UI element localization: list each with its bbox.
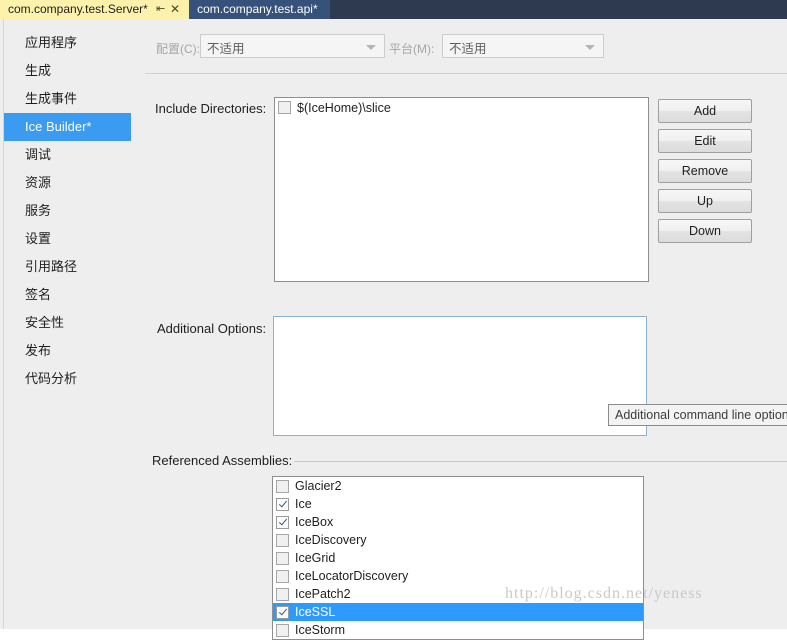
list-item-label: $(IceHome)\slice (297, 100, 391, 115)
sidebar-item-debug[interactable]: 调试 (4, 141, 131, 169)
list-item[interactable]: IceStorm (273, 621, 643, 639)
list-item-label: IceLocatorDiscovery (295, 569, 409, 583)
sidebar-item-security[interactable]: 安全性 (4, 309, 131, 337)
sidebar-item-signing[interactable]: 签名 (4, 281, 131, 309)
list-item[interactable]: Glacier2 (273, 477, 643, 495)
close-icon[interactable]: ✕ (170, 0, 180, 19)
list-item-label: IceDiscovery (295, 533, 367, 547)
sidebar-item-application[interactable]: 应用程序 (4, 29, 131, 57)
ice-builder-page: 配置(C): 不适用 平台(M): 不适用 Include Directorie… (131, 19, 787, 640)
sidebar-item-label: 服务 (25, 203, 52, 218)
configuration-label: 配置(C): (156, 42, 200, 56)
list-item-label: Ice (295, 497, 312, 511)
list-item-label: IceGrid (295, 551, 336, 565)
sidebar-item-publish[interactable]: 发布 (4, 337, 131, 365)
sidebar-item-label: 引用路径 (25, 259, 78, 274)
chevron-down-icon (366, 45, 376, 50)
configuration-dropdown[interactable]: 不适用 (200, 34, 385, 58)
pin-icon[interactable]: ⇥ (156, 0, 165, 19)
sidebar-item-label: 安全性 (25, 315, 65, 330)
sidebar-item-label: 发布 (25, 343, 52, 358)
sidebar-item-label: 生成 (25, 63, 52, 78)
additional-options-tooltip: Additional command line options (608, 404, 787, 426)
configuration-value: 不适用 (207, 42, 245, 56)
referenced-assemblies-list[interactable]: Glacier2 Ice IceBox IceDiscovery IceGrid… (272, 476, 644, 640)
include-directories-buttons: Add Edit Remove Up Down (658, 99, 754, 249)
include-directories-label: Include Directories: (155, 101, 267, 116)
additional-options-input[interactable] (273, 316, 647, 436)
checkbox-icon[interactable] (278, 101, 291, 114)
sidebar-item-label: 调试 (25, 147, 52, 162)
sidebar-item-label: 代码分析 (25, 371, 78, 386)
list-item-label: IceBox (295, 515, 334, 529)
chevron-down-icon (585, 45, 595, 50)
checkbox-icon[interactable] (276, 569, 289, 583)
list-item[interactable]: $(IceHome)\slice (275, 98, 648, 117)
list-item[interactable]: IceBox (273, 513, 643, 531)
referenced-assemblies-label: Referenced Assemblies: (152, 453, 295, 468)
sidebar-item-build[interactable]: 生成 (4, 57, 131, 85)
sidebar-item-code-analysis[interactable]: 代码分析 (4, 365, 131, 393)
list-item-label: IceStorm (295, 623, 346, 637)
sidebar-item-reference-paths[interactable]: 引用路径 (4, 253, 131, 281)
sidebar-item-resources[interactable]: 资源 (4, 169, 131, 197)
property-pages-frame: 应用程序 生成 生成事件 Ice Builder* 调试 资源 服务 设置 引用… (0, 19, 787, 640)
checkbox-icon[interactable] (276, 533, 289, 547)
list-item[interactable]: IcePatch2 (273, 585, 643, 603)
down-button[interactable]: Down (658, 219, 752, 243)
list-item-label: Glacier2 (295, 479, 342, 493)
list-item-label: IcePatch2 (295, 587, 351, 601)
tab-com-company-test-api[interactable]: com.company.test.api* (189, 0, 330, 19)
additional-options-label: Additional Options: (157, 321, 267, 336)
checkbox-icon[interactable] (276, 605, 289, 619)
tab-strip-empty-area (330, 0, 787, 19)
list-item[interactable]: IceDiscovery (273, 531, 643, 549)
checkbox-icon[interactable] (276, 623, 289, 637)
checkbox-icon[interactable] (276, 497, 289, 511)
up-button[interactable]: Up (658, 189, 752, 213)
sidebar-item-label: 设置 (25, 231, 52, 246)
list-item-label: IceSSL (295, 605, 336, 619)
include-directories-list[interactable]: $(IceHome)\slice (274, 97, 649, 282)
add-button[interactable]: Add (658, 99, 752, 123)
sidebar-item-label: 应用程序 (25, 35, 78, 50)
sidebar-item-settings[interactable]: 设置 (4, 225, 131, 253)
checkbox-icon[interactable] (276, 587, 289, 601)
sidebar-item-ice-builder[interactable]: Ice Builder* (4, 113, 141, 141)
list-item[interactable]: IceGrid (273, 549, 643, 567)
sidebar-item-label: 资源 (25, 175, 52, 190)
remove-button[interactable]: Remove (658, 159, 752, 183)
tab-com-company-test-server[interactable]: com.company.test.Server* ⇥ ✕ (0, 0, 190, 19)
list-item[interactable]: IceLocatorDiscovery (273, 567, 643, 585)
platform-label: 平台(M): (389, 42, 435, 56)
checkbox-icon[interactable] (276, 551, 289, 565)
sidebar-item-label: 生成事件 (25, 91, 78, 106)
sidebar-item-label: 签名 (25, 287, 52, 302)
platform-value: 不适用 (449, 42, 487, 56)
sidebar-item-label: Ice Builder* (25, 119, 92, 134)
sidebar-item-services[interactable]: 服务 (4, 197, 131, 225)
property-category-sidebar: 应用程序 生成 生成事件 Ice Builder* 调试 资源 服务 设置 引用… (4, 19, 141, 629)
list-item[interactable]: IceSSL (273, 603, 643, 621)
sidebar-item-build-events[interactable]: 生成事件 (4, 85, 131, 113)
checkbox-icon[interactable] (276, 479, 289, 493)
platform-dropdown[interactable]: 不适用 (442, 34, 604, 58)
header-divider (145, 73, 787, 74)
tab-label: com.company.test.api* (197, 2, 318, 16)
editor-tab-strip: com.company.test.Server* ⇥ ✕ com.company… (0, 0, 787, 19)
tab-label: com.company.test.Server* (8, 2, 148, 16)
checkbox-icon[interactable] (276, 515, 289, 529)
configuration-row: 配置(C): 不适用 平台(M): 不适用 (131, 33, 787, 63)
list-item[interactable]: Ice (273, 495, 643, 513)
selected-arrow-icon (120, 119, 129, 135)
edit-button[interactable]: Edit (658, 129, 752, 153)
